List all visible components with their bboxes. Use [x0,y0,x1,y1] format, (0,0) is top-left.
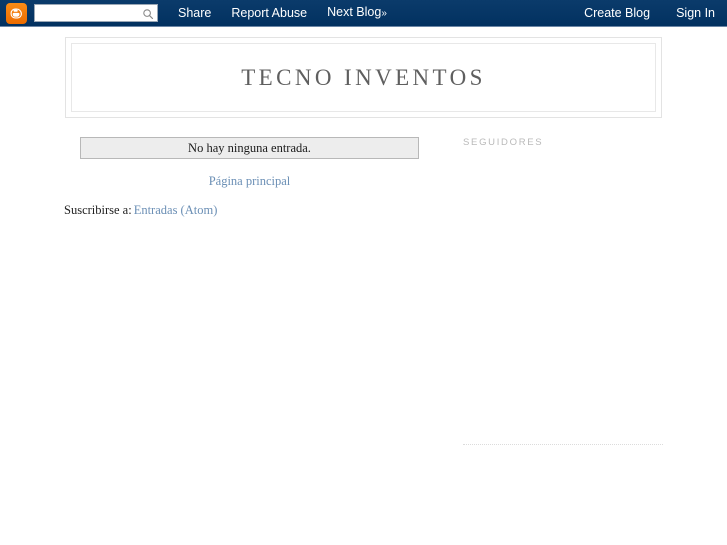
double-chevron-right-icon: » [381,8,386,19]
nav-link-share[interactable]: Share [178,0,211,27]
blogger-logo-button[interactable] [6,2,27,24]
blog-header-inner-frame: TECNO INVENTOS [71,43,656,112]
sidebar: SEGUIDORES [463,137,663,398]
main-content-column: No hay ninguna entrada. Página principal [80,137,420,190]
page-body: TECNO INVENTOS No hay ninguna entrada. P… [0,27,727,545]
search-input[interactable] [35,5,144,21]
subscribe-label: Suscribirse a: [64,203,132,217]
nav-link-next-blog[interactable]: Next Blog» [327,0,387,27]
sidebar-divider [463,444,663,446]
nav-link-report-abuse[interactable]: Report Abuse [231,0,307,27]
followers-widget-body [463,148,663,398]
nav-link-create-blog[interactable]: Create Blog [584,0,650,27]
subscribe-atom-link[interactable]: Entradas (Atom) [134,203,218,217]
home-link-row: Página principal [80,172,419,190]
blogger-b-icon [10,7,23,20]
no-posts-status-box: No hay ninguna entrada. [80,137,419,159]
navbar-right-group: Create Blog Sign In [558,0,727,27]
blog-header: TECNO INVENTOS [65,37,662,118]
blogger-navbar: Share Report Abuse Next Blog» Create Blo… [0,0,727,27]
status-message: No hay ninguna entrada. [188,140,311,155]
navbar-search-box[interactable] [34,4,158,22]
subscribe-row: Suscribirse a: Entradas (Atom) [64,203,217,218]
next-blog-label: Next Blog [327,5,382,19]
page-title: TECNO INVENTOS [241,64,486,90]
navbar-left-group: Share Report Abuse Next Blog» [0,0,387,27]
home-page-link[interactable]: Página principal [209,174,291,188]
sidebar-heading-followers: SEGUIDORES [463,137,544,148]
nav-link-sign-in[interactable]: Sign In [676,0,715,27]
